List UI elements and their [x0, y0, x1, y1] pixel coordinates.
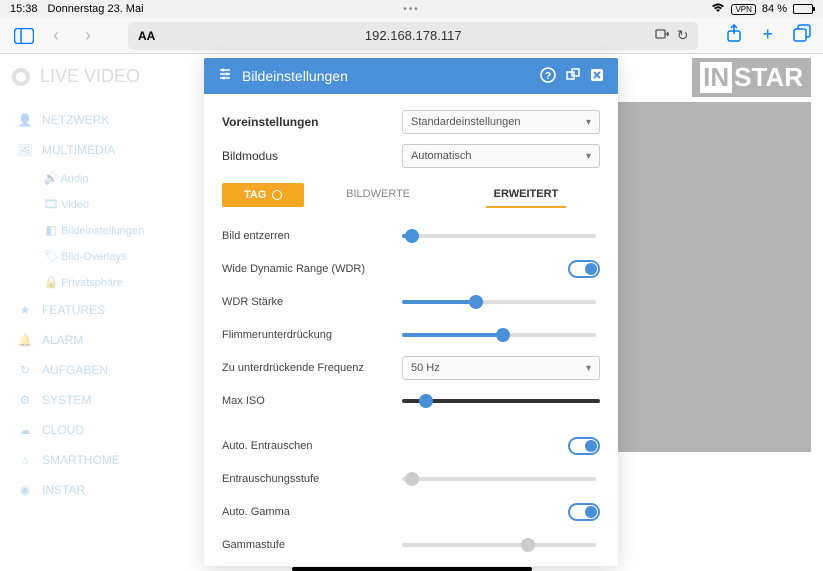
freq-select[interactable]: 50 Hz: [402, 356, 600, 380]
toggle-wdr[interactable]: [568, 260, 600, 278]
label-bildentzerren: Bild entzerren: [222, 230, 402, 242]
settings-modal: Bildeinstellungen ? Voreinstellungen Sta…: [204, 58, 618, 566]
sidebar-item-cloud[interactable]: ☁CLOUD: [12, 415, 190, 445]
tasks-icon: ↻: [18, 363, 32, 377]
cloud-icon: ☁: [18, 423, 32, 437]
sidebar-item-alarm[interactable]: 🔔ALARM: [12, 325, 190, 355]
new-tab-icon[interactable]: +: [762, 24, 773, 47]
url-text: 192.168.178.117: [365, 28, 462, 43]
slider-bildentzerren[interactable]: [402, 234, 596, 238]
label-gammastufe: Gammastufe: [222, 539, 402, 551]
share-icon[interactable]: [726, 24, 742, 47]
label-freq: Zu unterdrückende Frequenz: [222, 362, 402, 374]
sidebar-header[interactable]: LIVE VIDEO: [12, 66, 190, 87]
slider-flimmer[interactable]: [402, 333, 596, 337]
video-icon: 🎞: [44, 197, 58, 211]
expand-icon[interactable]: [566, 68, 580, 85]
sidebar-item-features[interactable]: ★FEATURES: [12, 295, 190, 325]
sidebar-sub-overlays[interactable]: 🏷 Bild-Overlays: [12, 243, 190, 269]
overlay-icon: 🏷: [44, 249, 58, 263]
sidebar-item-netzwerk[interactable]: 👤NETZWERK: [12, 105, 190, 135]
sidebar-item-system[interactable]: ⚙SYSTEM: [12, 385, 190, 415]
slider-entrausch-stufe[interactable]: [402, 477, 596, 481]
sidebar-item-smarthome[interactable]: ⌂SMARTHOME: [12, 445, 190, 475]
modal-header: Bildeinstellungen ?: [204, 58, 618, 94]
slider-wdr-staerke[interactable]: [402, 300, 596, 304]
sun-icon: [272, 190, 282, 200]
instar-logo: INSTAR: [692, 58, 811, 97]
privacy-icon: 🔒: [44, 275, 58, 289]
sidebar-sub-audio[interactable]: 🔊 Audio: [12, 165, 190, 191]
preset-label: Voreinstellungen: [222, 115, 402, 129]
status-time: 15:38: [10, 3, 38, 15]
network-icon: 👤: [18, 113, 32, 127]
sidebar-item-instar[interactable]: ◉INSTAR: [12, 475, 190, 505]
reader-aa-icon[interactable]: AA: [138, 29, 155, 43]
sidebar-header-label: LIVE VIDEO: [40, 66, 140, 87]
svg-text:?: ?: [545, 71, 551, 82]
label-wdr: Wide Dynamic Range (WDR): [222, 263, 402, 275]
reload-icon[interactable]: ↻: [677, 27, 689, 44]
smarthome-icon: ⌂: [18, 453, 32, 467]
status-dots: •••: [403, 4, 420, 15]
browser-toolbar: ‹ › AA 192.168.178.117 ↻ +: [0, 18, 823, 54]
url-bar[interactable]: AA 192.168.178.117 ↻: [128, 22, 698, 50]
slider-maxiso[interactable]: [402, 399, 600, 403]
label-flimmer: Flimmerunterdrückung: [222, 329, 402, 341]
tabs-icon[interactable]: [793, 24, 811, 47]
features-icon: ★: [18, 303, 32, 317]
tab-erweitert[interactable]: ERWEITERT: [486, 182, 567, 208]
label-wdr-staerke: WDR Stärke: [222, 296, 402, 308]
audio-icon: 🔊: [44, 171, 58, 185]
sidebar-sub-bildeinstellungen[interactable]: ◧ Bildeinstellungen: [12, 217, 190, 243]
tab-bildwerte[interactable]: BILDWERTE: [338, 182, 418, 208]
sidebar-item-multimedia[interactable]: 🖼MULTIMEDIA: [12, 135, 190, 165]
status-bar: 15:38 Donnerstag 23. Mai ••• VPN 84 %: [0, 0, 823, 18]
toggle-auto-entrauschen[interactable]: [568, 437, 600, 455]
toggle-auto-gamma[interactable]: [568, 503, 600, 521]
back-button[interactable]: ‹: [44, 24, 68, 48]
close-icon[interactable]: [590, 68, 604, 85]
sidebar-sub-privat[interactable]: 🔒 Privatsphäre: [12, 269, 190, 295]
label-maxiso: Max ISO: [222, 395, 402, 407]
instar-icon: ◉: [18, 483, 32, 497]
label-auto-gamma: Auto. Gamma: [222, 506, 402, 518]
settings-icon: [218, 67, 232, 86]
mode-label: Bildmodus: [222, 149, 402, 163]
record-icon: [12, 68, 30, 86]
sidebar-sub-video[interactable]: 🎞 Video: [12, 191, 190, 217]
tag-day-button[interactable]: TAG: [222, 183, 304, 207]
vpn-badge: VPN: [731, 4, 755, 15]
forward-button[interactable]: ›: [76, 24, 100, 48]
label-auto-entrauschen: Auto. Entrauschen: [222, 440, 402, 452]
multimedia-icon: 🖼: [18, 143, 32, 157]
alarm-icon: 🔔: [18, 333, 32, 347]
extension-icon[interactable]: [655, 27, 669, 44]
system-icon: ⚙: [18, 393, 32, 407]
slider-gammastufe[interactable]: [402, 543, 596, 547]
battery-icon: [793, 4, 813, 14]
status-date: Donnerstag 23. Mai: [48, 3, 144, 15]
sidebar-toggle-icon[interactable]: [12, 24, 36, 48]
label-entrausch-stufe: Entrauschungsstufe: [222, 473, 402, 485]
modal-title: Bildeinstellungen: [242, 68, 530, 84]
battery-percent: 84 %: [762, 3, 787, 15]
image-settings-icon: ◧: [44, 223, 58, 237]
app-sidebar: LIVE VIDEO 👤NETZWERK 🖼MULTIMEDIA 🔊 Audio…: [0, 54, 202, 571]
help-icon[interactable]: ?: [540, 67, 556, 86]
home-indicator[interactable]: [292, 567, 532, 571]
wifi-icon: [711, 2, 725, 16]
mode-select[interactable]: Automatisch: [402, 144, 600, 168]
sidebar-item-aufgaben[interactable]: ↻AUFGABEN: [12, 355, 190, 385]
preset-select[interactable]: Standardeinstellungen: [402, 110, 600, 134]
